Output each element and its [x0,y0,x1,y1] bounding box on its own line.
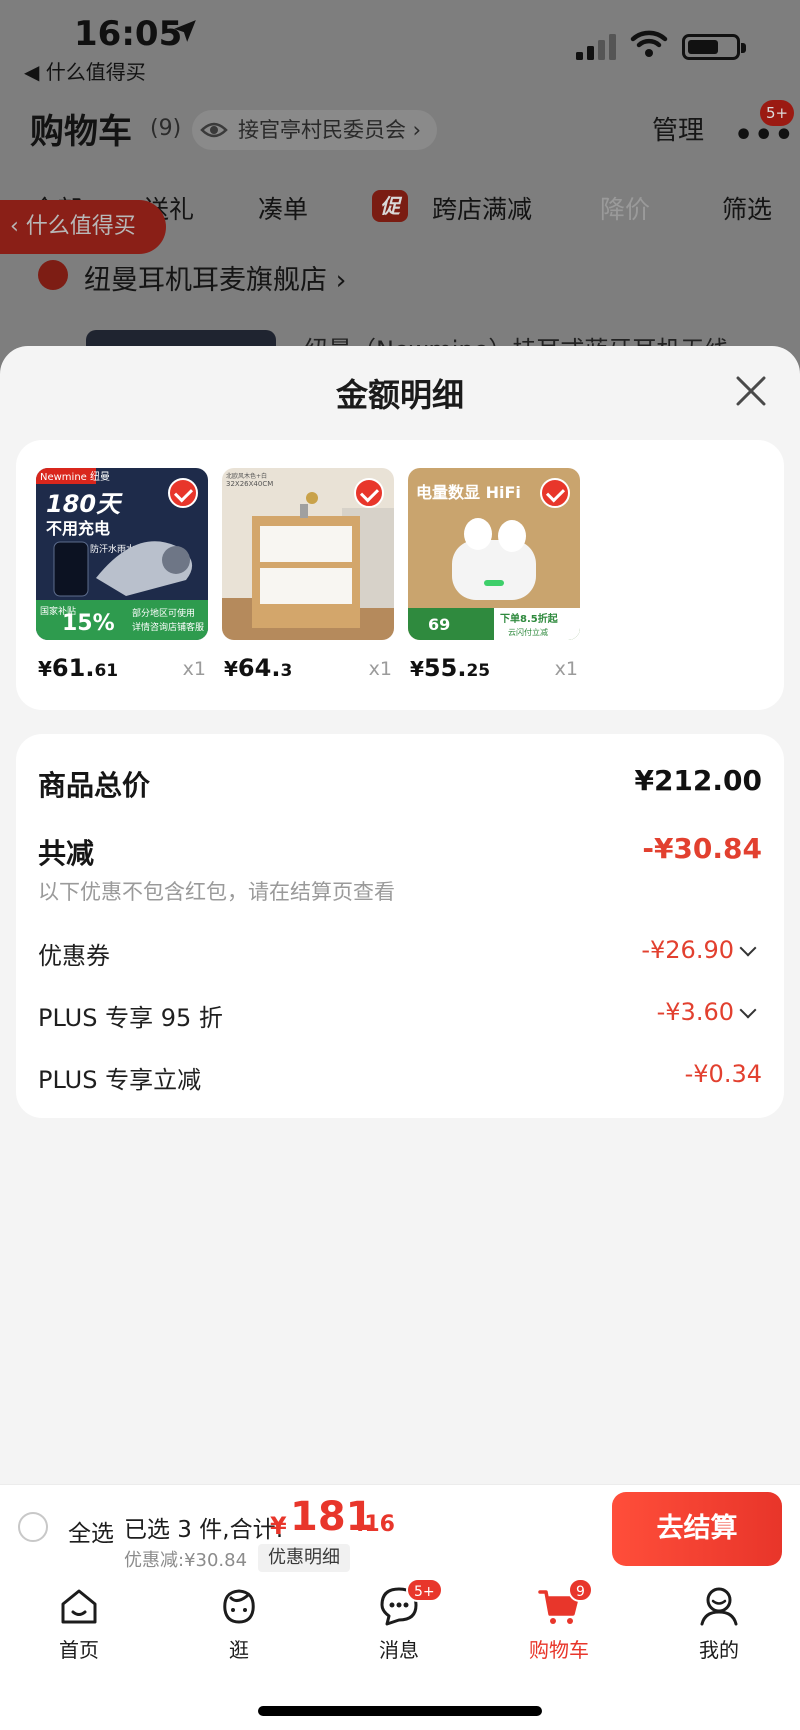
browse-icon [223,1589,255,1624]
filter-tab-bundle[interactable]: 凑单 [258,190,308,226]
cellular-signal-icon [576,34,616,60]
product-qty: x1 [182,658,206,680]
close-icon[interactable] [734,374,768,408]
sheet-title: 金额明细 [335,376,464,414]
product-price: ¥64.3 [224,654,293,682]
back-to-app-link[interactable]: ◀ 什么值得买 [24,56,146,85]
tab-cart[interactable]: 购物车 9 [504,1578,614,1663]
total-reduce-label: 共减 [38,837,95,870]
eye-icon [200,122,228,138]
total-yen: ¥ [270,1512,287,1540]
manage-button[interactable]: 管理 [652,110,704,147]
plus-discount-label: PLUS 专享 95 折 [38,1004,223,1032]
product-qty: x1 [554,658,578,680]
coupon-label: 优惠券 [38,942,110,970]
nightstand-style-text: 北欧风木色+白 [226,472,267,480]
cart-title: 购物车 [30,112,132,152]
coupon-value[interactable]: -¥26.90 [641,936,734,964]
earphone-days-text: 180天 [46,490,123,518]
location-arrow-icon [174,20,196,42]
total-price-label: 商品总价 [38,769,151,802]
message-badge: 5+ [406,1578,443,1602]
price-dec: 25 [466,661,491,681]
tab-messages[interactable]: 消息 5+ [344,1578,454,1663]
discount-note: 以下优惠不包含红包，请在结算页查看 [38,880,395,904]
earphone-region-text: 部分地区可使用 [132,607,195,619]
product-qty: x1 [368,658,392,680]
status-time: 16:05 [74,14,183,54]
battery-tip [741,43,746,53]
discount-detail-link[interactable]: 优惠明细 [258,1544,350,1572]
select-all-label[interactable]: 全选 [68,1514,114,1548]
nightstand-size-text: 32X26X40CM [226,480,273,488]
home-indicator [258,1706,542,1716]
price-int: 61. [51,654,95,682]
store-name[interactable]: 纽曼耳机耳麦旗舰店 › [84,258,346,297]
promo-badge: 促 [372,190,408,222]
tab-label: 购物车 [529,1638,589,1662]
earbuds-unionpay-text: 云闪付立减 [508,627,548,637]
store-checkbox[interactable] [38,260,68,290]
total-price-value: ¥212.00 [634,764,762,797]
tab-label: 首页 [59,1638,99,1662]
filter-tab-price-drop[interactable]: 降价 [600,190,650,226]
product-checked-icon[interactable] [354,478,384,508]
home-icon [61,1589,97,1624]
price-int: 55. [423,654,467,682]
plus-reduce-label: PLUS 专享立减 [38,1066,202,1094]
checkout-button[interactable]: 去结算 [612,1492,782,1566]
selected-count-text: 已选 3 件,合计: [124,1517,284,1543]
wifi-icon [630,30,668,57]
product-price: ¥61.61 [38,654,119,682]
earphone-service-text: 详情咨询店铺客服 [132,621,204,633]
earphone-brand-text: Newmine 纽曼 [40,470,110,483]
earbuds-price-text: 69 [428,615,450,634]
cart-badge: 9 [568,1578,593,1602]
address-chip[interactable]: 接官亭村民委员会 › [192,110,438,150]
price-int: 64. [237,654,281,682]
tab-profile[interactable]: 我的 [664,1584,774,1663]
tab-label: 我的 [699,1638,739,1662]
filter-tab-filter[interactable]: 筛选 [722,190,772,226]
tab-label: 逛 [229,1638,249,1662]
tab-home[interactable]: 首页 [24,1584,134,1663]
profile-icon [700,1587,738,1626]
price-dec: 3 [280,661,293,681]
select-all-radio[interactable] [18,1512,48,1542]
product-checked-icon[interactable] [168,478,198,508]
earbuds-discount-text: 下单8.5折起 [500,612,559,625]
product-checked-icon[interactable] [540,478,570,508]
filter-tab-cross-store[interactable]: 跨店满减 [432,190,532,226]
total-reduce-value: -¥30.84 [642,832,762,865]
earphone-nocharge-text: 不用充电 [46,519,110,538]
earphone-percent-text: 15% [62,611,115,636]
more-badge: 5+ [760,100,795,126]
plus-reduce-value: -¥0.34 [684,1060,762,1088]
tab-label: 消息 [379,1638,419,1662]
earbuds-headline-text: 电量数显 HiFi [416,483,521,502]
battery-icon [682,34,740,60]
total-decimal: .16 [356,1512,395,1537]
cart-count: (9) [150,116,182,141]
price-dec: 61 [94,661,119,681]
product-price: ¥55.25 [410,654,491,682]
cart-page-background [0,0,800,360]
discount-text: 优惠减:¥30.84 [124,1550,248,1571]
tab-browse[interactable]: 逛 [184,1584,294,1663]
plus-discount-value[interactable]: -¥3.60 [657,998,734,1026]
floating-back-button[interactable]: ‹ 什么值得买 [0,200,166,254]
